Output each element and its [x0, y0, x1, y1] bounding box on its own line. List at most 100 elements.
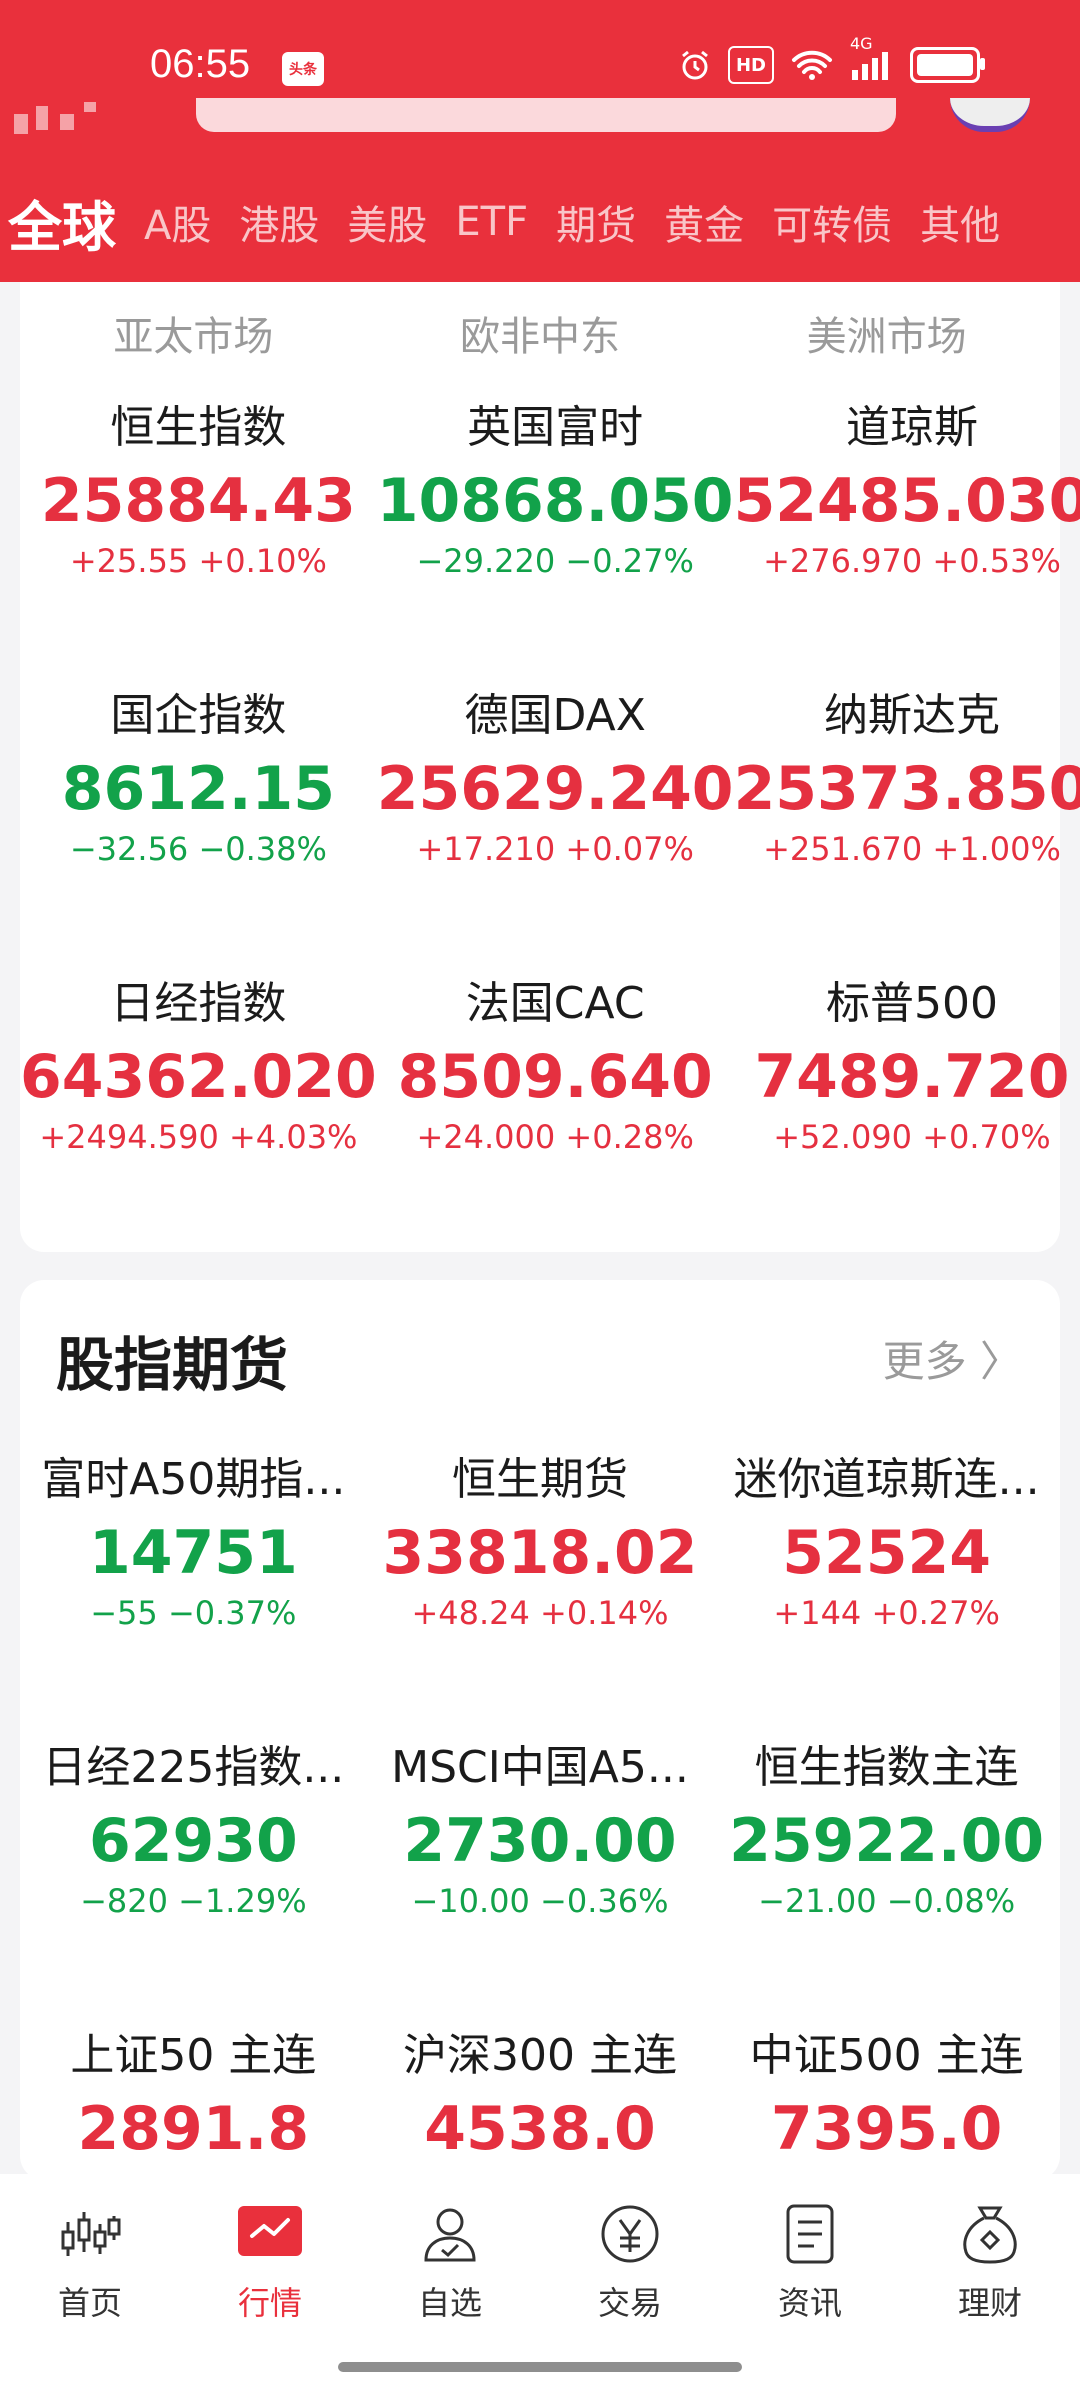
yen-coin-icon [596, 2200, 664, 2268]
future-change: +48.24 +0.14% [411, 1594, 669, 1632]
index-value: 25373.850 [733, 754, 1080, 824]
nav-trade[interactable]: 交易 [540, 2200, 720, 2324]
future-name: 恒生期货 [451, 1454, 628, 1505]
future-value: 25922.00 [729, 1806, 1045, 1876]
index-value: 10868.050 [376, 466, 734, 536]
money-bag-icon [956, 2200, 1024, 2268]
future-name: 恒生指数主连 [754, 1742, 1019, 1793]
battery-icon [910, 47, 985, 83]
index-name: 恒生指数 [110, 402, 287, 453]
index-change: −32.56 −0.38% [69, 830, 327, 868]
nav-wealth[interactable]: 理财 [900, 2200, 1080, 2324]
tab-hk-stocks[interactable]: 港股 [225, 193, 333, 251]
index-name: 法国CAC [465, 978, 645, 1029]
status-icons: HD 4G [678, 34, 985, 84]
index-value: 64362.020 [20, 1042, 377, 1112]
tab-a-shares[interactable]: A股 [130, 193, 225, 251]
index-name: 标普500 [825, 978, 998, 1029]
index-cell[interactable]: 日经指数 64362.020 +2494.590 +4.03% [20, 954, 377, 1242]
toutiao-badge-icon: 头条 [282, 52, 324, 86]
future-change: −21.00 −0.08% [758, 1882, 1016, 1920]
tab-futures[interactable]: 期货 [542, 193, 650, 251]
index-cell[interactable]: 英国富时 10868.050 −29.220 −0.27% [377, 378, 734, 666]
future-cell[interactable]: 迷你道琼斯连... 52524 +144 +0.27% [713, 1430, 1060, 1718]
index-value: 8509.640 [397, 1042, 713, 1112]
alarm-icon [678, 48, 712, 82]
nav-news[interactable]: 资讯 [720, 2200, 900, 2324]
future-value: 7395.0 [770, 2094, 1003, 2164]
network-type-label: 4G [850, 34, 873, 53]
more-link[interactable]: 更多 〉 [883, 1328, 1022, 1389]
avatar[interactable] [950, 98, 1030, 132]
index-value: 25629.240 [376, 754, 734, 824]
index-cell[interactable]: 标普500 7489.720 +52.090 +0.70% [734, 954, 1080, 1242]
future-cell[interactable]: 恒生指数主连 25922.00 −21.00 −0.08% [713, 1718, 1060, 2006]
index-cell[interactable]: 道琼斯 52485.030 +276.970 +0.53% [734, 378, 1080, 666]
index-change: +251.670 +1.00% [763, 830, 1061, 868]
nav-market[interactable]: 行情 [180, 2200, 360, 2324]
candlestick-icon [56, 2200, 124, 2268]
tab-other[interactable]: 其他 [906, 193, 1014, 251]
future-name: 上证50 主连 [70, 2030, 317, 2081]
wifi-icon [790, 48, 834, 82]
index-value: 25884.43 [40, 466, 356, 536]
index-cell[interactable]: 法国CAC 8509.640 +24.000 +0.28% [377, 954, 734, 1242]
gesture-bar[interactable] [338, 2362, 742, 2372]
future-change: −10.00 −0.36% [411, 1882, 669, 1920]
tab-convertible-bonds[interactable]: 可转债 [758, 193, 906, 251]
nav-news-label: 资讯 [777, 2284, 842, 2322]
future-value: 62930 [88, 1806, 298, 1876]
future-cell[interactable]: 富时A50期指... 14751 −55 −0.37% [20, 1430, 367, 1718]
nav-home-label: 首页 [57, 2284, 122, 2322]
region-americas[interactable]: 美洲市场 [713, 304, 1060, 362]
search-row [0, 98, 1080, 138]
index-futures-card: 股指期货 更多 〉 富时A50期指... 14751 −55 −0.37% 恒生期货 3… [20, 1280, 1060, 2180]
region-europe-africa-middle-east[interactable]: 欧非中东 [367, 304, 714, 362]
index-change: +24.000 +0.28% [416, 1118, 694, 1156]
tab-gold[interactable]: 黄金 [650, 193, 758, 251]
nav-home[interactable]: 首页 [0, 2200, 180, 2324]
index-cell[interactable]: 国企指数 8612.15 −32.56 −0.38% [20, 666, 377, 954]
status-bar: 06:55 头条 HD 4G [0, 0, 1080, 98]
nav-wealth-label: 理财 [957, 2284, 1022, 2322]
index-cell[interactable]: 德国DAX 25629.240 +17.210 +0.07% [377, 666, 734, 954]
future-value: 52524 [782, 1518, 992, 1588]
tab-global[interactable]: 全球 [0, 183, 130, 262]
index-name: 国企指数 [110, 690, 287, 741]
index-change: +276.970 +0.53% [763, 542, 1061, 580]
user-check-icon [416, 2200, 484, 2268]
index-change: +2494.590 +4.03% [39, 1118, 358, 1156]
future-cell[interactable]: 日经225指数... 62930 −820 −1.29% [20, 1718, 367, 2006]
future-name: 中证500 主连 [749, 2030, 1024, 2081]
candlestick-logo-icon [14, 102, 96, 134]
index-cell[interactable]: 纳斯达克 25373.850 +251.670 +1.00% [734, 666, 1080, 954]
index-value: 52485.030 [733, 466, 1080, 536]
region-asia-pacific[interactable]: 亚太市场 [20, 304, 367, 362]
future-name: 富时A50期指... [41, 1454, 346, 1505]
nav-watchlist-label: 自选 [417, 2284, 482, 2322]
index-change: +25.55 +0.10% [69, 542, 327, 580]
nav-watchlist[interactable]: 自选 [360, 2200, 540, 2324]
status-time: 06:55 [150, 42, 251, 86]
market-tabs: 全球 A股 港股 美股 ETF 期货 黄金 可转债 其他 [0, 182, 1080, 262]
index-cell[interactable]: 恒生指数 25884.43 +25.55 +0.10% [20, 378, 377, 666]
index-change: +52.090 +0.70% [773, 1118, 1051, 1156]
index-name: 日经指数 [110, 978, 287, 1029]
futures-grid: 富时A50期指... 14751 −55 −0.37% 恒生期货 33818.02 +48… [20, 1430, 1060, 2294]
future-cell[interactable]: MSCI中国A5... 2730.00 −10.00 −0.36% [367, 1718, 714, 2006]
market-chart-icon [236, 2200, 304, 2268]
region-header: 亚太市场 欧非中东 美洲市场 [20, 304, 1060, 362]
indices-grid: 恒生指数 25884.43 +25.55 +0.10% 英国富时 10868.050 −2… [20, 378, 1080, 1242]
index-name: 纳斯达克 [823, 690, 1000, 741]
future-change: +144 +0.27% [773, 1594, 1000, 1632]
index-value: 8612.15 [61, 754, 336, 824]
tab-us-stocks[interactable]: 美股 [333, 193, 441, 251]
section-title: 股指期货 [56, 1331, 289, 1399]
future-cell[interactable]: 恒生期货 33818.02 +48.24 +0.14% [367, 1430, 714, 1718]
future-value: 14751 [88, 1518, 298, 1588]
tab-etf[interactable]: ETF [441, 199, 542, 245]
index-value: 7489.720 [754, 1042, 1070, 1112]
news-document-icon [776, 2200, 844, 2268]
global-indices-card: 亚太市场 欧非中东 美洲市场 恒生指数 25884.43 +25.55 +0.10%… [20, 282, 1080, 1252]
search-input[interactable] [196, 98, 896, 132]
